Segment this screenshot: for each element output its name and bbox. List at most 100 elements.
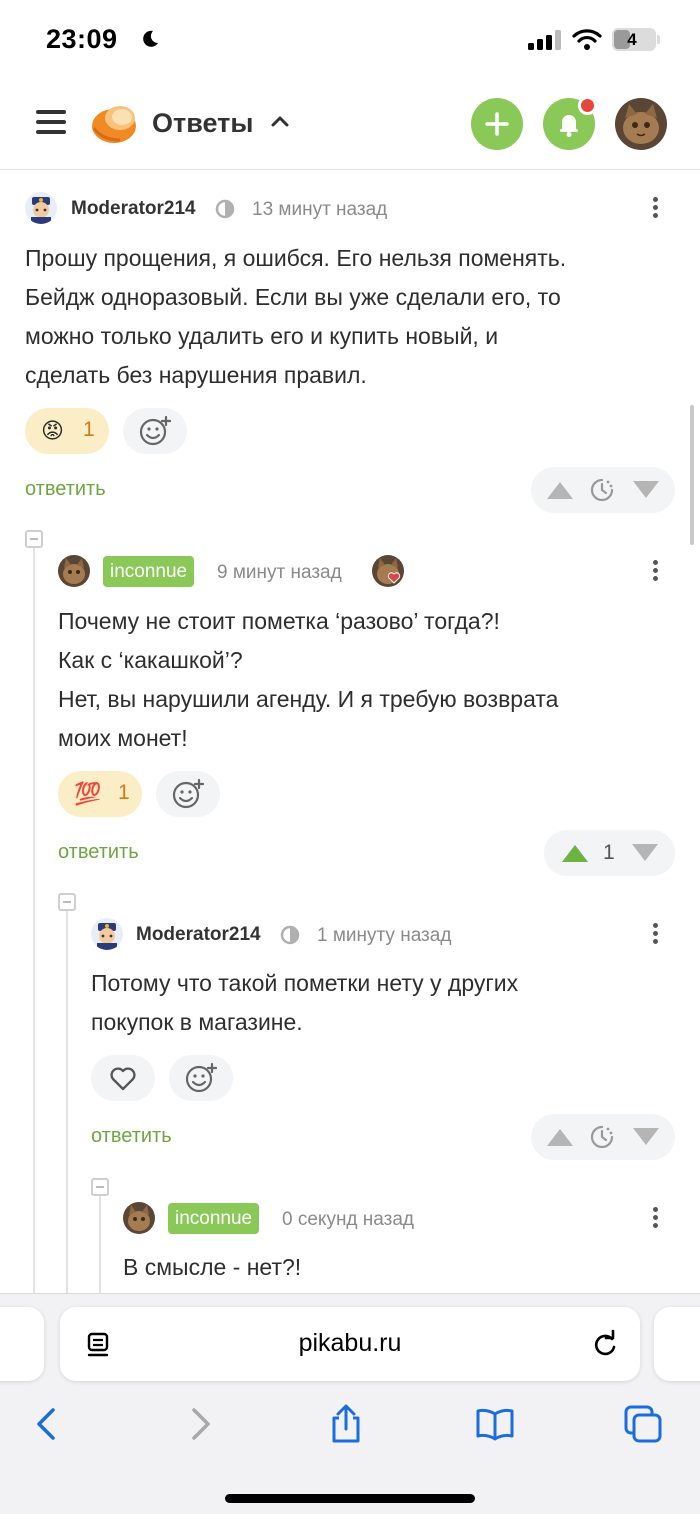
scrollbar[interactable] (690, 405, 694, 545)
comment-text: В смысле - нет?! (123, 1248, 675, 1287)
forward-arrow-icon[interactable] (180, 1404, 220, 1444)
avatar[interactable] (123, 1202, 155, 1234)
next-tab-preview[interactable] (654, 1307, 700, 1381)
comment-author-badge[interactable]: inconnue (103, 556, 195, 587)
signal-icon (528, 30, 561, 50)
comment-line: Потому что такой пометки нету у других (91, 970, 519, 996)
chevron-up-icon[interactable] (270, 114, 290, 128)
thread-line (33, 546, 35, 1293)
battery-level-text: 4 (627, 30, 637, 49)
comment-time: 13 минут назад (252, 199, 388, 220)
url-text[interactable]: pikabu.ru (60, 1329, 640, 1358)
upvote-arrow-icon[interactable] (560, 842, 590, 864)
comments-feed[interactable]: Moderator214 13 минут назад Прошу прощен… (0, 171, 700, 1293)
comment-text: Потому что такой пометки нету у других п… (91, 964, 675, 1042)
reply-link[interactable]: ответить (25, 478, 106, 501)
more-options-icon[interactable] (650, 194, 660, 224)
downvote-arrow-icon[interactable] (631, 479, 661, 501)
moderator-icon (280, 925, 300, 945)
comment-line: сделать без нарушения правил. (25, 362, 367, 388)
comment-author[interactable]: Moderator214 (136, 924, 261, 946)
comment-line: Бейдж одноразовый. Если вы уже сделали е… (25, 284, 561, 310)
comment: inconnue 9 минут назад Почему не стоит п… (58, 555, 675, 885)
vote-bar (531, 467, 675, 513)
comment-time: 1 минуту назад (317, 925, 452, 946)
wifi-icon (572, 29, 602, 50)
notification-dot (578, 96, 597, 115)
home-indicator (225, 1494, 475, 1503)
add-reaction-button[interactable] (123, 408, 187, 454)
collapse-thread-button[interactable] (58, 893, 76, 911)
previous-tab-preview[interactable] (0, 1307, 44, 1381)
pikabu-logo[interactable] (90, 100, 138, 144)
add-reaction-button[interactable] (156, 771, 220, 817)
comment-text: Прошу прощения, я ошибся. Его нельзя пом… (25, 239, 675, 395)
avatar[interactable] (91, 918, 123, 950)
comment-header: inconnue 9 минут назад (58, 555, 675, 589)
add-emoji-icon (185, 1063, 217, 1093)
awarded-badge-avatar (372, 555, 404, 587)
reply-link[interactable]: ответить (91, 1125, 172, 1148)
reload-icon[interactable] (590, 1329, 620, 1359)
add-emoji-icon (139, 416, 171, 446)
more-options-icon[interactable] (650, 1204, 660, 1234)
add-emoji-icon (172, 779, 204, 809)
comment-text: Почему не стоит пометка ‘разово’ тогда?!… (58, 602, 675, 758)
user-avatar[interactable] (615, 98, 667, 150)
reply-link[interactable]: ответить (58, 841, 139, 864)
comment-line: Прошу прощения, я ошибся. Его нельзя пом… (25, 245, 567, 271)
comment-header: Moderator214 1 минуту назад (91, 918, 675, 952)
back-arrow-icon[interactable] (27, 1404, 67, 1444)
moon-icon (143, 30, 158, 47)
comment-line: Почему не стоит пометка ‘разово’ тогда?! (58, 608, 500, 634)
add-reaction-button[interactable] (169, 1055, 233, 1101)
thread-line (99, 1195, 101, 1293)
upvote-arrow-icon[interactable] (545, 479, 575, 501)
plus-icon (485, 112, 509, 136)
comment-header: inconnue 0 секунд назад (123, 1202, 675, 1236)
save-clock-icon[interactable] (589, 1124, 615, 1150)
comment: Moderator214 13 минут назад Прошу прощен… (25, 192, 675, 522)
comment-author-badge[interactable]: inconnue (168, 1203, 260, 1234)
reaction-count: 1 (118, 781, 130, 804)
tabs-icon[interactable] (623, 1404, 663, 1444)
comment-line: Как с ‘какашкой’? (58, 647, 243, 673)
avatar[interactable] (25, 192, 57, 224)
comment-line: моих монет! (58, 725, 188, 751)
hundred-points-emoji-icon: 💯 (74, 781, 102, 806)
downvote-arrow-icon[interactable] (631, 1126, 661, 1148)
reaction-button[interactable]: 😡 1 (25, 408, 109, 454)
bookmarks-icon[interactable] (475, 1404, 515, 1444)
thread-line (66, 911, 68, 1293)
save-clock-icon[interactable] (589, 477, 615, 503)
menu-icon[interactable] (36, 108, 66, 136)
comment-line: можно только удалить его и купить новый,… (25, 323, 499, 349)
status-bar: 23:09 4 (0, 0, 700, 80)
comment-time: 9 минут назад (217, 562, 342, 583)
vote-score: 1 (603, 841, 615, 864)
upvote-arrow-icon[interactable] (545, 1126, 575, 1148)
comment-line: покупок в магазине. (91, 1009, 303, 1035)
downvote-arrow-icon[interactable] (630, 842, 660, 864)
page-title[interactable]: Ответы (152, 108, 253, 139)
reaction-button[interactable]: 💯 1 (58, 771, 142, 817)
comment: inconnue 0 секунд назад В смысле - нет?! (123, 1202, 675, 1292)
avatar[interactable] (58, 555, 90, 587)
app-header: Ответы (0, 80, 700, 170)
like-button[interactable] (91, 1055, 155, 1101)
share-icon[interactable] (326, 1404, 366, 1444)
moderator-icon (215, 199, 235, 219)
reaction-count: 1 (83, 418, 95, 441)
angry-emoji-icon: 😡 (41, 418, 64, 443)
heart-icon (110, 1067, 136, 1091)
create-post-button[interactable] (471, 98, 523, 150)
battery-icon: 4 (612, 28, 656, 51)
comment-author[interactable]: Moderator214 (71, 198, 196, 220)
more-options-icon[interactable] (650, 557, 660, 587)
address-bar[interactable]: pikabu.ru (60, 1307, 640, 1381)
collapse-thread-button[interactable] (91, 1178, 109, 1196)
comment-line: Нет, вы нарушили агенду. И я требую возв… (58, 686, 559, 712)
comment-header: Moderator214 13 минут назад (25, 192, 675, 226)
more-options-icon[interactable] (650, 920, 660, 950)
collapse-thread-button[interactable] (25, 530, 43, 548)
